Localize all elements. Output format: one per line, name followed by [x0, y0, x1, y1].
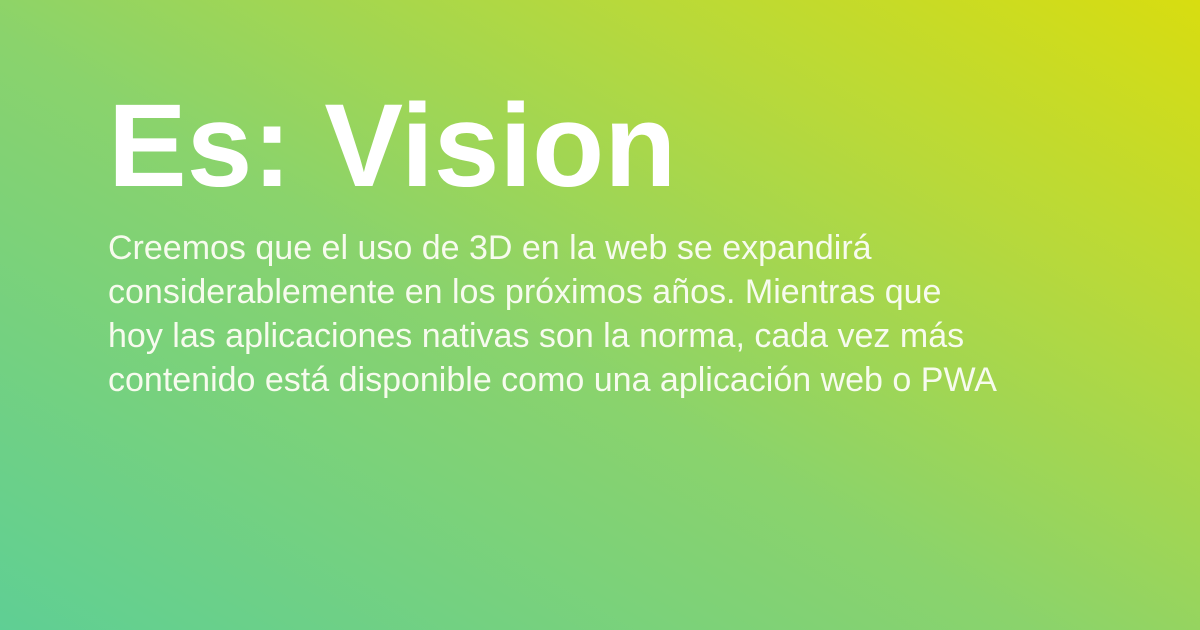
description-line-3: hoy las aplicaciones nativas son la norm… — [108, 317, 965, 355]
social-card: Es: Vision Creemos que el uso de 3D en l… — [0, 0, 1200, 630]
page-title: Es: Vision — [108, 80, 677, 212]
description: Creemos que el uso de 3D en la web se ex… — [108, 226, 1088, 402]
description-line-1: Creemos que el uso de 3D en la web se ex… — [108, 229, 872, 267]
description-line-4: contenido está disponible como una aplic… — [108, 361, 997, 399]
description-line-2: considerablemente en los próximos años. … — [108, 273, 942, 311]
